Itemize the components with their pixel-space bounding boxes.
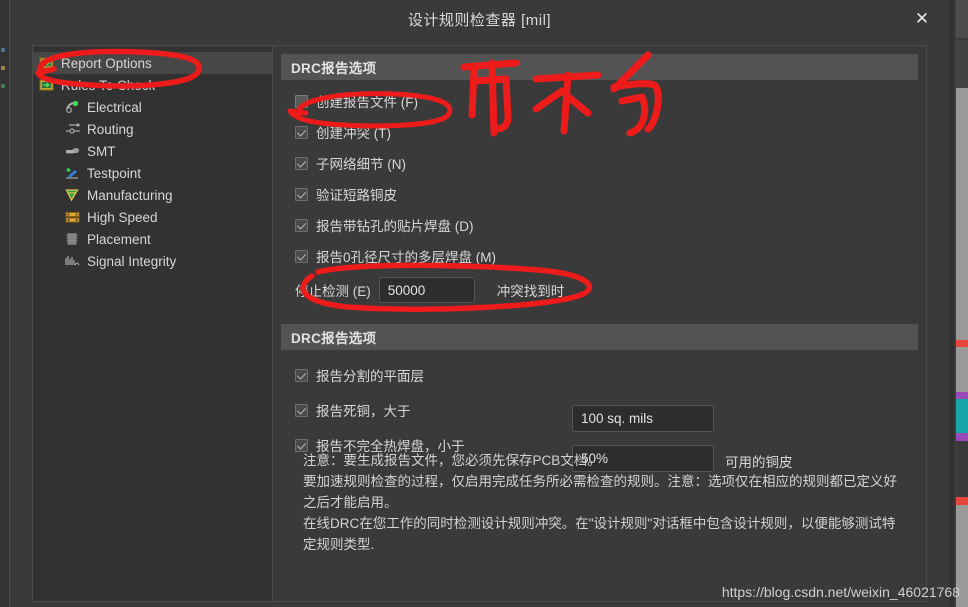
option-label: 报告0孔径尺寸的多层焊盘 (M) [316, 250, 496, 265]
dialog-body: Report Options Rules To Check Electrical… [10, 40, 949, 607]
sidebar-item-label: High Speed [87, 209, 158, 225]
dead-copper-input[interactable] [572, 405, 714, 432]
sidebar-item-placement[interactable]: Placement [33, 228, 272, 250]
sidebar-item-label: Signal Integrity [87, 253, 177, 269]
note-line-3: 在线DRC在您工作的同时检测设计规则冲突。在"设计规则"对话框中包含设计规则，以… [303, 516, 896, 552]
stop-detection-row: 停止检测 (E) 冲突找到时 [295, 276, 926, 304]
screen-root: 设计规则检查器 [mil] ✕ Report Options Rules To … [0, 0, 968, 607]
checkbox-create-report-file[interactable] [295, 94, 308, 108]
watermark-url: https://blog.csdn.net/weixin_46021768 [721, 584, 960, 600]
checkbox-report-split-plane-layers[interactable] [295, 368, 308, 382]
checkbox-verify-shorting-copper[interactable] [295, 187, 308, 201]
folder-rules-icon [39, 78, 56, 93]
sidebar-item-signal-integrity[interactable]: Signal Integrity [33, 250, 272, 272]
report-options-pane: DRC报告选项 创建报告文件 (F) 创建冲突 (T) 子网络细节 (N) 验证… [272, 45, 927, 602]
option-sub-net-details[interactable]: 子网络细节 (N) [295, 152, 926, 174]
checkbox-sub-net-details[interactable] [295, 156, 308, 170]
checkbox-create-violations[interactable] [295, 125, 308, 139]
sidebar-item-high-speed[interactable]: High Speed [33, 206, 272, 228]
routing-icon [65, 122, 82, 137]
testpoint-icon [65, 166, 82, 181]
stop-detection-input[interactable] [378, 277, 475, 303]
sidebar-item-testpoint[interactable]: Testpoint [33, 162, 272, 184]
option-verify-shorting-copper[interactable]: 验证短路铜皮 [295, 183, 926, 205]
checkbox-report-drilled-smd-pads[interactable] [295, 218, 308, 232]
sidebar-item-label: Electrical [87, 99, 142, 115]
sidebar-item-label: Rules To Check [61, 77, 156, 93]
option-create-report-file[interactable]: 创建报告文件 (F) [295, 90, 926, 112]
manufacturing-icon [65, 188, 82, 203]
background-left-markers [1, 48, 7, 118]
option-label: 报告死铜，大于 [316, 404, 411, 419]
option-label: 创建冲突 (T) [316, 126, 391, 141]
design-rule-checker-dialog: 设计规则检查器 [mil] ✕ Report Options Rules To … [10, 0, 949, 607]
signal-integrity-icon [65, 254, 82, 269]
smt-icon [65, 144, 82, 159]
sidebar-item-label: Routing [87, 121, 134, 137]
option-label: 子网络细节 (N) [316, 157, 406, 172]
dialog-title: 设计规则检查器 [mil] [407, 12, 552, 29]
sidebar-item-label: Report Options [61, 55, 152, 71]
placement-icon [65, 232, 82, 247]
stop-detection-label: 停止检测 (E) [295, 284, 371, 299]
dialog-titlebar: 设计规则检查器 [mil] ✕ [10, 0, 949, 40]
option-label: 报告分割的平面层 [316, 369, 424, 384]
option-label: 创建报告文件 (F) [316, 95, 418, 110]
sidebar-item-electrical[interactable]: Electrical [33, 96, 272, 118]
sidebar-item-label: Manufacturing [87, 187, 173, 203]
section-header-drc-report-options-1: DRC报告选项 [281, 54, 918, 80]
navigation-sidebar[interactable]: Report Options Rules To Check Electrical… [32, 45, 272, 602]
sidebar-item-manufacturing[interactable]: Manufacturing [33, 184, 272, 206]
sidebar-item-smt[interactable]: SMT [33, 140, 272, 162]
option-report-split-plane-layers[interactable]: 报告分割的平面层 [295, 364, 926, 386]
close-icon[interactable]: ✕ [905, 4, 939, 34]
sidebar-item-label: Testpoint [87, 165, 142, 181]
sidebar-item-report-options[interactable]: Report Options [33, 52, 272, 74]
option-label: 验证短路铜皮 [316, 188, 397, 203]
high-speed-icon [65, 210, 82, 225]
checkbox-report-dead-copper[interactable] [295, 403, 308, 417]
sidebar-item-rules-to-check[interactable]: Rules To Check [33, 74, 272, 96]
stop-detection-suffix: 冲突找到时 [496, 284, 565, 299]
option-create-violations[interactable]: 创建冲突 (T) [295, 121, 926, 143]
report-options-icon [39, 56, 56, 71]
report-options-list: 创建报告文件 (F) 创建冲突 (T) 子网络细节 (N) 验证短路铜皮 报告带… [273, 80, 926, 304]
sidebar-item-label: Placement [87, 231, 151, 247]
report-options-list-2: 报告分割的平面层 报告死铜，大于 报告不完全热焊盘，小于 可用的铜皮 [273, 350, 926, 472]
note-line-2: 要加速规则检查的过程，仅启用完成任务所必需检查的规则。注意：选项仅在相应的规则都… [303, 474, 897, 510]
rules-tree: Report Options Rules To Check Electrical… [33, 46, 272, 272]
note-line-1: 注意：要生成报告文件，您必须先保存PCB文档。 [303, 453, 601, 468]
option-report-drilled-smd-pads[interactable]: 报告带钻孔的贴片焊盘 (D) [295, 214, 926, 236]
help-note: 注意：要生成报告文件，您必须先保存PCB文档。 要加速规则检查的过程，仅启用完成… [303, 450, 903, 555]
checkbox-report-multilayer-pads-zero-size[interactable] [295, 249, 308, 263]
sidebar-item-label: SMT [87, 143, 116, 159]
background-minimap-scrollbar[interactable] [956, 0, 968, 607]
option-label: 报告带钻孔的贴片焊盘 (D) [316, 219, 474, 234]
option-report-multilayer-pads-zero-size[interactable]: 报告0孔径尺寸的多层焊盘 (M) [295, 245, 926, 267]
sidebar-item-routing[interactable]: Routing [33, 118, 272, 140]
section-header-drc-report-options-2: DRC报告选项 [281, 324, 918, 350]
electrical-icon [65, 100, 82, 115]
